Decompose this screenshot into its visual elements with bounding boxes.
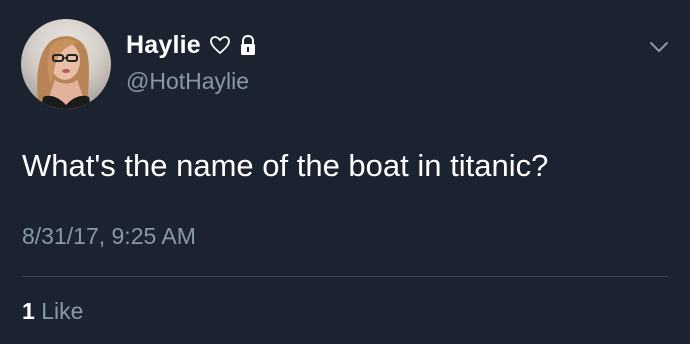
display-name[interactable]: Haylie (126, 31, 201, 60)
avatar-photo (37, 36, 91, 109)
heart-outline-icon (209, 34, 231, 56)
user-handle[interactable]: @HotHaylie (126, 68, 249, 95)
divider (22, 276, 668, 277)
avatar[interactable] (21, 19, 111, 109)
timestamp[interactable]: 8/31/17, 9:25 AM (22, 223, 196, 250)
name-row: Haylie (126, 30, 257, 60)
likes-count[interactable]: 1 Like (22, 298, 83, 325)
tweet-text: What's the name of the boat in titanic? (22, 148, 549, 183)
like-label: Like (41, 298, 84, 324)
like-count: 1 (22, 298, 35, 324)
lock-icon (239, 34, 257, 56)
tweet: Haylie @HotHaylie What's the name of the… (0, 0, 690, 344)
chevron-down-icon[interactable] (648, 38, 670, 56)
